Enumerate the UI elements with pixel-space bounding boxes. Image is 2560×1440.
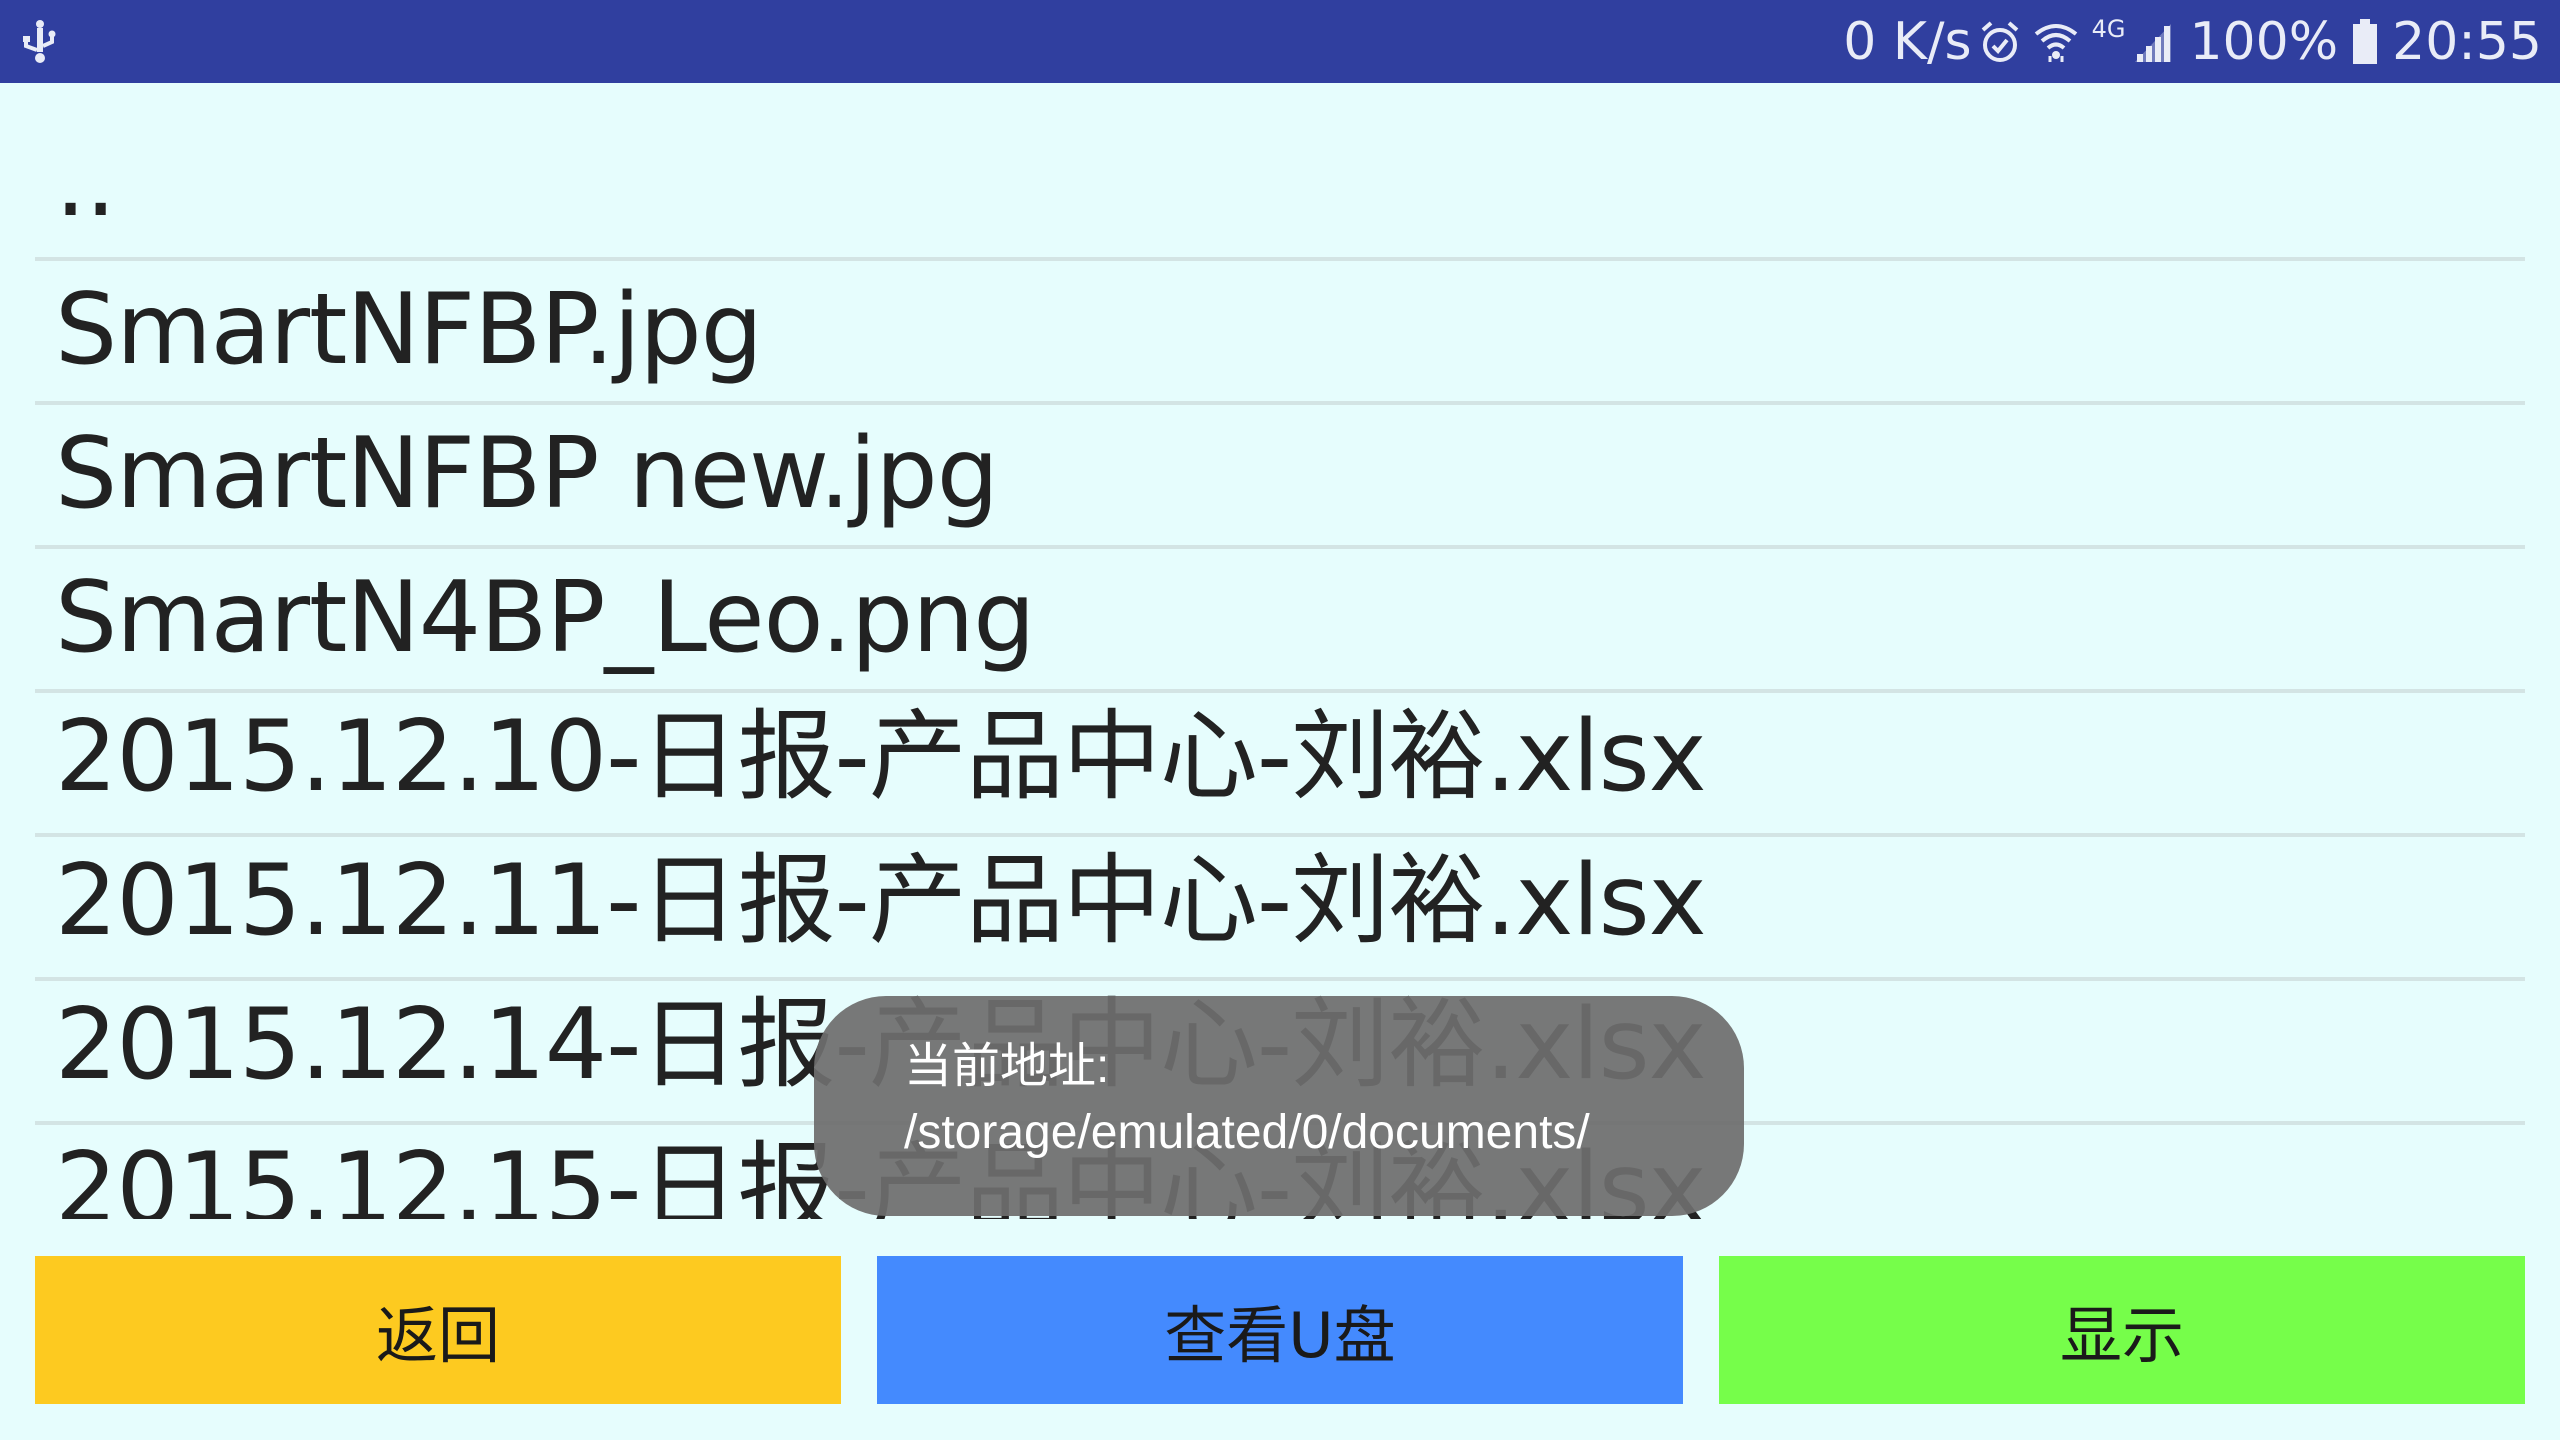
list-item-parent-dir[interactable]: .. (35, 83, 2525, 261)
signal-icon (2135, 23, 2172, 62)
network-type: 4G (2091, 14, 2126, 43)
status-bar: 0 K/s 4G 100% 20:55 (0, 0, 2560, 83)
show-button[interactable]: 显示 (1719, 1256, 2525, 1404)
toast-path: /storage/emulated/0/documents/ (904, 1106, 1590, 1159)
battery-icon (2353, 18, 2378, 64)
clock: 20:55 (2392, 11, 2542, 72)
list-item[interactable]: SmartNFBP.jpg (35, 261, 2525, 405)
battery-percent: 100% (2189, 11, 2339, 72)
list-item[interactable]: 2015.12.10-日报-产品中心-刘裕.xlsx (35, 693, 2525, 837)
usb-debug-icon (23, 20, 56, 63)
list-item[interactable]: 2015.12.11-日报-产品中心-刘裕.xlsx (35, 837, 2525, 981)
wifi-icon (2034, 23, 2077, 62)
list-item[interactable]: SmartNFBP new.jpg (35, 405, 2525, 549)
alarm-icon (1981, 20, 2018, 62)
view-usb-button[interactable]: 查看U盘 (877, 1256, 1683, 1404)
path-toast: 当前地址: /storage/emulated/0/documents/ (814, 996, 1744, 1216)
net-speed: 0 K/s (1843, 11, 1972, 72)
toast-label: 当前地址: (904, 1040, 1110, 1093)
back-button[interactable]: 返回 (35, 1256, 841, 1404)
list-item[interactable]: SmartN4BP_Leo.png (35, 549, 2525, 693)
